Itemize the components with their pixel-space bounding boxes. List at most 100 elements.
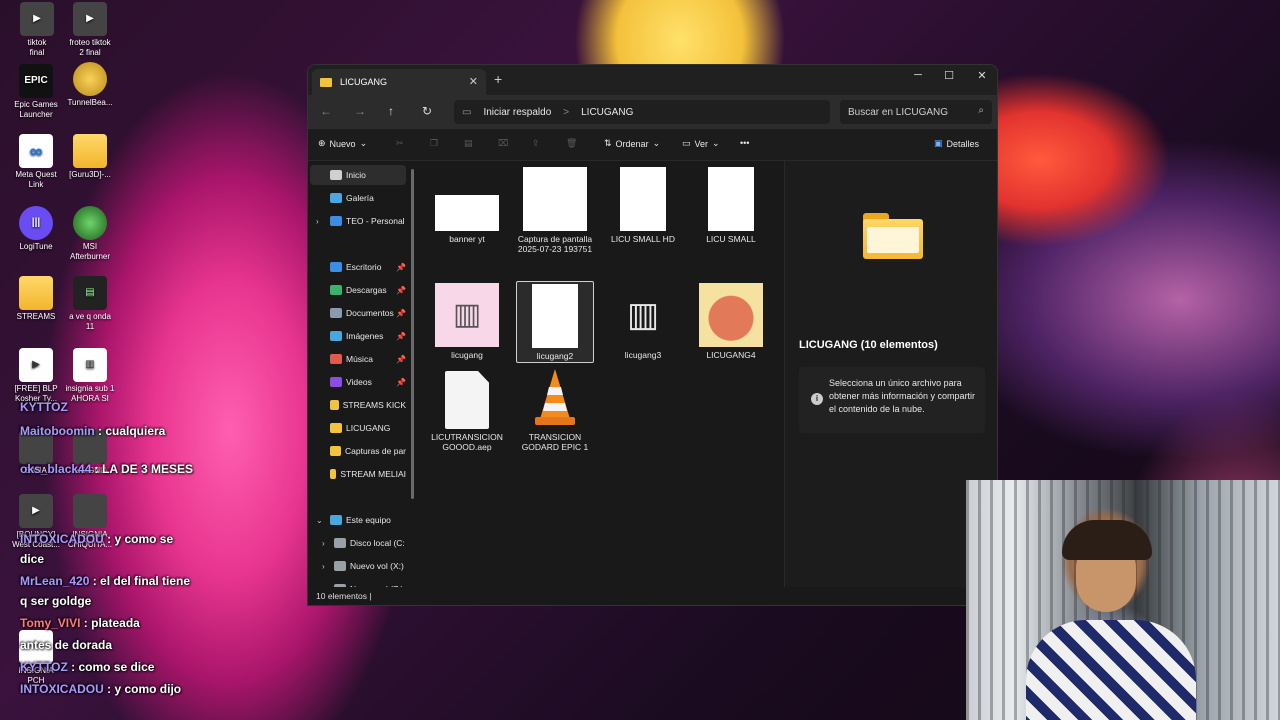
delete-icon[interactable]: 🗑 [566,138,577,149]
music-icon [330,354,342,364]
file-item[interactable]: LICUGANG4 [692,283,770,360]
sidebar-item-gallery[interactable]: Galería [310,188,406,208]
search-placeholder: Buscar en LICUGANG [848,106,949,118]
file-item[interactable]: LICUTRANSICION GOOOD.aep [428,371,506,452]
chevron-right-icon: › [322,561,325,571]
sidebar-item-onedrive[interactable]: › TEO - Personal [310,211,406,231]
logitune-icon: ||| [19,206,53,240]
more-options-icon[interactable]: ••• [740,138,749,148]
file-name: Captura de pantalla 2025-07-23 193751 [517,234,593,254]
chat-message: Tomy_VIVI : plateada [20,616,140,630]
pin-icon: 📌 [396,308,406,318]
chat-message: dice [20,552,45,566]
sidebar-item-capturas[interactable]: Capturas de par [310,441,406,461]
sidebar-item-videos[interactable]: Videos 📌 [310,372,406,392]
search-icon: ⌕ [978,105,984,116]
sort-button[interactable]: ⇅ Ordenar ⌄ [604,138,660,149]
copy-icon[interactable]: ❐ [430,138,438,149]
breadcrumb-current[interactable]: LICUGANG [581,107,633,118]
sidebar-item-stream-meliai[interactable]: STREAM MELIAI [310,464,406,484]
maximize-button[interactable]: ☐ [934,69,964,82]
desktop-icon-tunnelbear[interactable]: TunnelBea... [55,62,125,108]
file-item[interactable]: LICU SMALL HD [604,167,682,244]
sidebar-item-label: Escritorio [346,262,382,272]
forward-arrow-icon[interactable]: → [354,104,366,118]
share-icon[interactable]: ⇪ [532,138,540,149]
desktop-icon-folder[interactable]: [Guru3D]-... [55,134,125,180]
sidebar-item-downloads[interactable]: Descargas 📌 [310,280,406,300]
sidebar-item-label: LICUGANG [346,423,391,433]
back-arrow-icon[interactable]: ← [320,104,332,118]
title-bar[interactable]: LICUGANG ✕ + ─ ☐ ✕ [308,65,997,95]
sidebar-item-pictures[interactable]: Imágenes 📌 [310,326,406,346]
view-button[interactable]: ▭ Ver ⌄ [682,138,720,149]
desktop-icon[interactable]: ▤ a ve q onda 11 [55,276,125,332]
breadcrumb-root[interactable]: Iniciar respaldo [483,107,551,118]
tunnelbear-icon [73,62,107,96]
file-item[interactable]: banner yt [428,167,506,244]
close-tab-icon[interactable]: ✕ [469,75,478,88]
sidebar-item-label: Música [346,354,373,364]
streamer-hair [1062,520,1152,560]
streamer-shirt [1026,620,1196,720]
image-file-icon [73,494,107,528]
file-item[interactable]: Captura de pantalla 2025-07-23 193751 [516,167,594,254]
sidebar-item-home[interactable]: Inicio [310,165,406,185]
search-input[interactable]: Buscar en LICUGANG ⌕ [840,100,992,124]
sidebar-item-streams-kick[interactable]: STREAMS KICK [310,395,406,415]
sidebar-scrollbar[interactable] [411,169,414,499]
minimize-button[interactable]: ─ [903,69,933,81]
folder-icon [330,400,339,410]
sidebar-item-label: Descargas [346,285,387,295]
file-item[interactable]: ▥ licugang [428,283,506,360]
details-info-card: i Selecciona un único archivo para obten… [799,367,985,433]
sidebar-item-music[interactable]: Música 📌 [310,349,406,369]
sidebar-item-label: Imágenes [346,331,384,341]
rename-icon[interactable]: ⌧ [498,138,508,149]
sidebar-item-label: TEO - Personal [346,216,405,226]
desktop-icon-msi[interactable]: MSI Afterburner [55,206,125,262]
paste-icon[interactable]: ▤ [464,138,473,149]
chevron-down-icon: ⌄ [359,138,368,148]
blender-image-thumbnail: ▥ [435,283,499,347]
file-item[interactable]: LICU SMALL [692,167,770,244]
chevron-down-icon: ⌄ [652,138,661,148]
chat-message: KYTTOZ [20,400,68,414]
desktop-icon[interactable]: ▶ froteo tiktok 2 final [55,2,125,58]
sidebar-item-drive-x[interactable]: › Nuevo vol (X:) [310,556,406,576]
file-item[interactable]: TRANSICION GODARD EPIC 1 [516,367,594,452]
sidebar-item-licugang[interactable]: LICUGANG [310,418,406,438]
sidebar-item-label: Disco local (C: [350,538,405,548]
folder-icon [19,276,53,310]
refresh-icon[interactable]: ↻ [422,104,432,118]
address-bar[interactable]: ▭ Iniciar respaldo > LICUGANG [454,100,830,124]
address-bar-row: ← → ↑ ↻ ▭ Iniciar respaldo > LICUGANG Bu… [308,95,997,129]
home-icon [330,170,342,180]
close-window-button[interactable]: ✕ [967,69,997,82]
sidebar-item-desktop[interactable]: Escritorio 📌 [310,257,406,277]
epic-games-icon: EPIC [19,64,53,98]
cut-icon[interactable]: ✂ [396,138,404,149]
audio-file-icon: ▶ [19,494,53,528]
tab-licugang[interactable]: LICUGANG ✕ [312,69,486,95]
up-arrow-icon[interactable]: ↑ [388,104,394,118]
sidebar-item-documents[interactable]: Documentos 📌 [310,303,406,323]
sidebar-item-label: Galería [346,193,374,203]
folder-icon [73,134,107,168]
file-name: LICU SMALL [706,234,756,244]
file-list: banner yt Captura de pantalla 2025-07-23… [416,161,784,593]
pin-icon: 📌 [396,354,406,364]
sidebar-item-drive-c[interactable]: › Disco local (C: [310,533,406,553]
desktop-icon[interactable]: ▥ insignia sub 1 AHORA SI [55,348,125,404]
sidebar-item-label: STREAMS KICK [342,400,406,410]
drive-icon [334,561,346,571]
sidebar-item-this-pc[interactable]: ⌄ Este equipo [310,510,406,530]
image-thumbnail [523,167,587,231]
file-item[interactable]: licugang2 [516,281,594,363]
new-tab-button[interactable]: + [494,71,502,87]
details-button[interactable]: ▣ Detalles [934,138,979,149]
chat-message: MrLean_420 : el del final tiene [20,574,191,588]
new-button[interactable]: ⊕ Nuevo ⌄ [318,138,367,149]
details-label: Detalles [946,138,980,149]
file-item[interactable]: ▥ licugang3 [604,283,682,360]
